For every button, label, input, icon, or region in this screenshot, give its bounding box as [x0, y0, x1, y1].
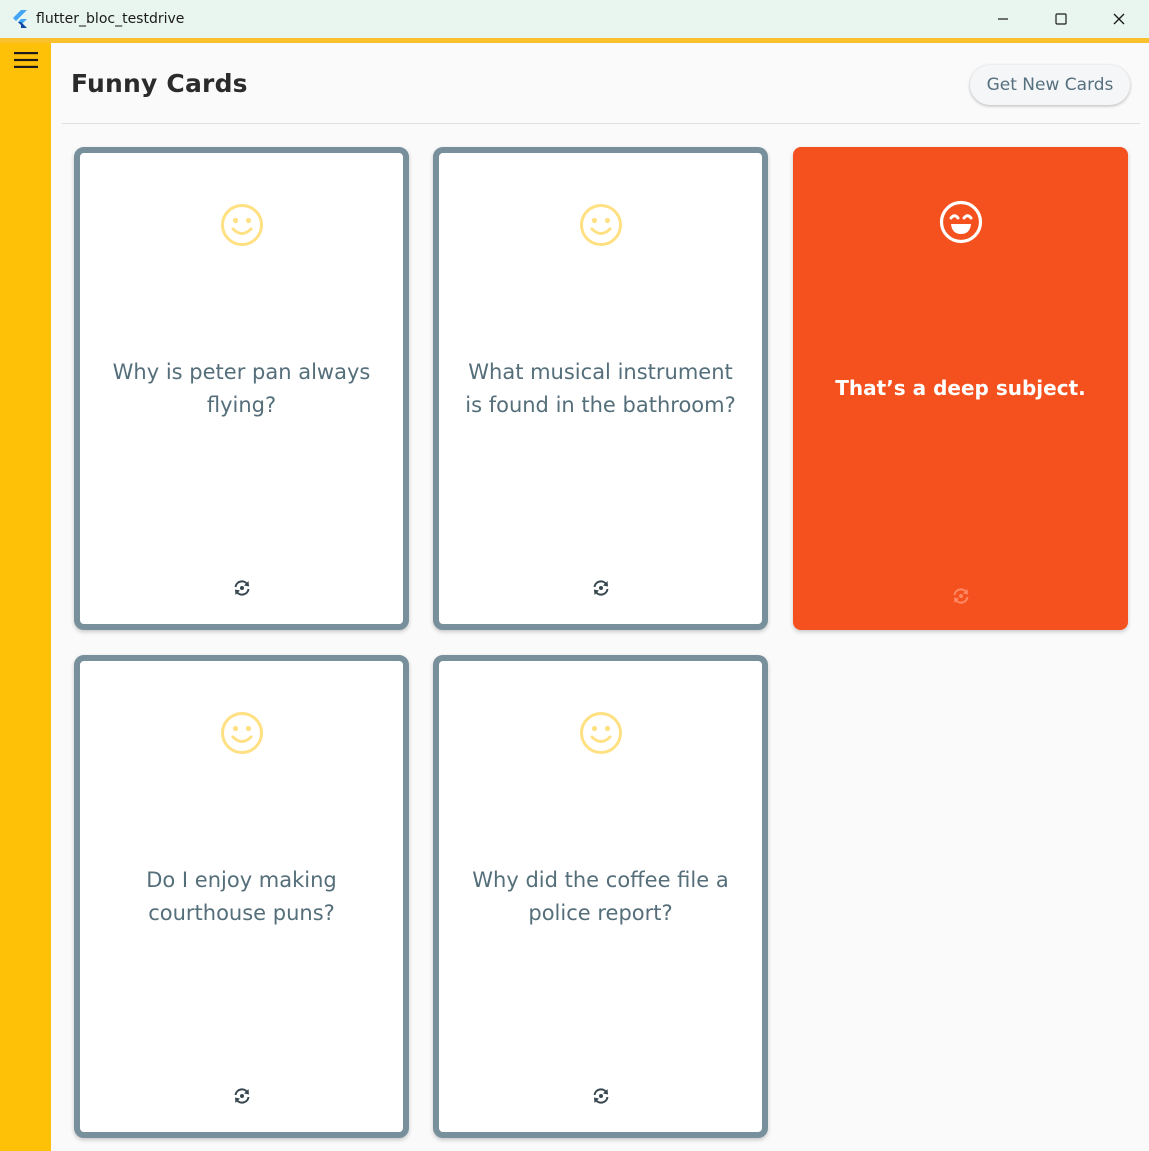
card-answer-text: That’s a deep subject. — [835, 376, 1086, 401]
maximize-icon — [1055, 13, 1067, 25]
joke-card[interactable]: What musical instrument is found in the … — [433, 147, 768, 630]
card-text: Why did the coffee file a police report? — [472, 868, 729, 925]
joke-card[interactable]: Why is peter pan always flying? — [74, 147, 409, 630]
flip-card-button[interactable] — [590, 1085, 612, 1107]
main-content: Funny Cards Get New Cards Why is peter p… — [51, 43, 1149, 1151]
flip-card-icon — [593, 580, 608, 596]
joke-card-flipped[interactable]: That’s a deep subject. — [793, 147, 1128, 630]
joke-card[interactable]: Do I enjoy making courthouse puns? — [74, 655, 409, 1138]
maximize-button[interactable] — [1032, 0, 1090, 38]
window-title: flutter_bloc_testdrive — [36, 11, 185, 27]
minimize-icon — [998, 18, 1008, 20]
flutter-logo-icon — [13, 10, 27, 28]
close-icon — [1113, 13, 1125, 25]
header-divider — [62, 123, 1140, 124]
flip-card-icon — [234, 1088, 249, 1104]
flip-card-button[interactable] — [950, 585, 972, 607]
flip-card-icon — [234, 580, 249, 596]
flip-card-button[interactable] — [231, 577, 253, 599]
flip-card-button[interactable] — [231, 1085, 253, 1107]
flip-card-icon — [953, 588, 968, 604]
minimize-button[interactable] — [974, 0, 1032, 38]
card-text: What musical instrument is found in the … — [465, 360, 736, 417]
left-rail — [0, 43, 51, 1151]
close-button[interactable] — [1090, 0, 1148, 38]
menu-button[interactable] — [8, 45, 44, 75]
get-new-cards-button[interactable]: Get New Cards — [970, 65, 1130, 105]
page-title: Funny Cards — [71, 69, 248, 98]
card-text: Do I enjoy making courthouse puns? — [146, 868, 337, 925]
hamburger-menu-icon — [14, 52, 38, 68]
flip-card-icon — [593, 1088, 608, 1104]
window-title-bar: flutter_bloc_testdrive — [0, 0, 1149, 38]
joke-card[interactable]: Why did the coffee file a police report? — [433, 655, 768, 1138]
card-text: Why is peter pan always flying? — [112, 360, 371, 417]
flip-card-button[interactable] — [590, 577, 612, 599]
